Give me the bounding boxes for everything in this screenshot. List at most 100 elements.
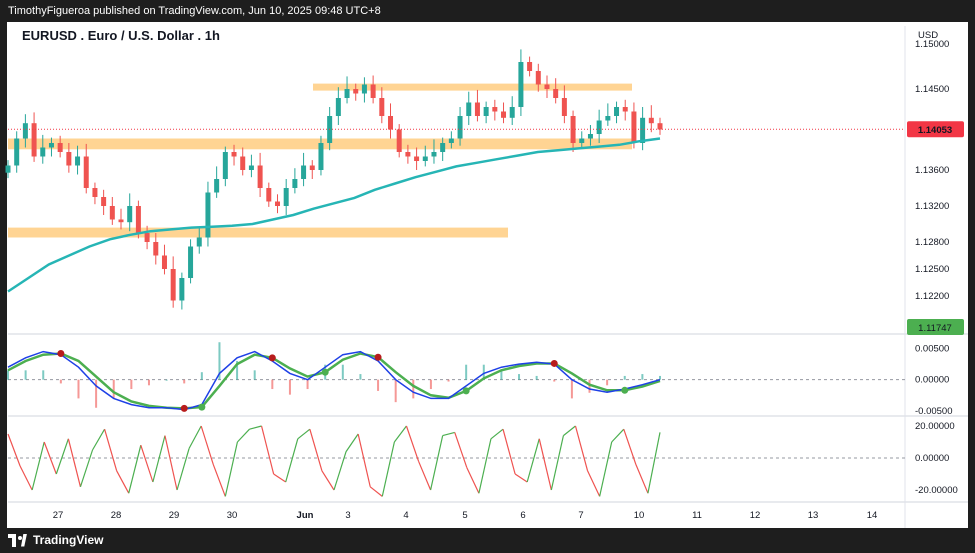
candle-body [344, 89, 350, 98]
chart-canvas[interactable]: USD1.150001.145001.141001.136001.132001.… [0, 0, 975, 553]
macd-histogram-bar [288, 379, 291, 395]
x-tick-label: 3 [345, 510, 350, 521]
x-tick-label: 6 [520, 510, 525, 521]
candle-body [535, 71, 541, 85]
price-tick-label: 1.12200 [915, 291, 949, 302]
oscillator-segment [176, 448, 190, 491]
macd-cross-dot [198, 403, 206, 411]
candle-body [361, 84, 367, 94]
macd-histogram-bar [183, 379, 186, 384]
oscillator-segment [550, 435, 564, 491]
candle-body [561, 98, 567, 116]
tradingview-logo-icon [8, 533, 28, 547]
candle-body [48, 143, 54, 148]
moving-average-line [7, 137, 661, 293]
candle-body [388, 116, 394, 130]
x-tick-label: 12 [750, 510, 761, 521]
candle-body [22, 123, 28, 139]
price-tick-label: 1.14500 [915, 84, 949, 95]
oscillator-segment [647, 432, 661, 494]
macd-histogram-bar [59, 379, 62, 384]
candle-body [640, 117, 646, 143]
candle-body [257, 165, 263, 188]
macd-cross-dot [621, 386, 629, 394]
candle-body [631, 111, 637, 143]
macd-histogram-bar [7, 370, 9, 380]
footer-bar: TradingView [0, 528, 975, 553]
oscillator-segment [104, 429, 118, 471]
macd-histogram-bar [359, 374, 362, 380]
candle-body [440, 143, 446, 152]
candle-body [353, 89, 359, 94]
oscillator-segment [611, 428, 625, 443]
candle-body [214, 179, 220, 193]
candle-body [448, 138, 454, 143]
candle-body [605, 116, 611, 121]
candle-body [40, 147, 46, 157]
candle-body [75, 156, 81, 166]
candle-body [301, 165, 307, 179]
macd-histogram-bar [394, 379, 397, 403]
x-tick-label: 29 [169, 510, 180, 521]
oscillator-segment [393, 425, 407, 443]
candle-body [196, 237, 202, 247]
candle-body [466, 102, 472, 116]
macd-histogram-bar [95, 379, 98, 408]
price-tick-label: 1.12500 [915, 264, 949, 275]
oscillator-segment [442, 431, 455, 437]
ma-price-label: 1.11747 [918, 323, 952, 334]
oscillator-segment [7, 433, 21, 467]
macd-tick-label: 0.00000 [915, 375, 949, 386]
oscillator-segment [116, 470, 130, 494]
x-tick-label: 28 [111, 510, 122, 521]
x-tick-label: 4 [403, 510, 408, 521]
macd-tick-label: -0.00500 [915, 406, 953, 417]
oscillator-segment [478, 438, 492, 494]
macd-cross-dot [268, 354, 276, 362]
price-tick-label: 1.13200 [915, 201, 949, 212]
candle-body [31, 123, 37, 157]
candle-body [596, 120, 602, 134]
oscillator-segment [587, 470, 601, 497]
oscillator-segment [236, 428, 250, 443]
candle-body [83, 156, 89, 188]
candle-body [518, 62, 524, 107]
x-tick-label: 27 [53, 510, 64, 521]
oscillator-segment [563, 425, 576, 437]
macd-histogram-bar [200, 372, 203, 380]
oscillator-segment [574, 425, 589, 471]
candle-body [292, 179, 298, 188]
candle-body [492, 107, 498, 112]
tradingview-logo[interactable]: TradingView [8, 533, 103, 547]
macd-histogram-bar [42, 370, 45, 380]
candle-body [657, 123, 663, 130]
price-tick-label: 1.13600 [915, 165, 949, 176]
oscillator-segment [309, 429, 323, 471]
oscillator-segment [514, 473, 528, 483]
x-tick-label: 5 [462, 510, 467, 521]
price-tick-label: 1.15000 [915, 39, 949, 50]
oscillator-segment [430, 435, 444, 491]
candle-body [109, 206, 115, 220]
oscillator-segment [188, 425, 202, 449]
oscillator-segment [140, 445, 154, 483]
macd-histogram-bar [112, 379, 115, 399]
oscillator-segment [333, 451, 347, 491]
price-tick-label: 1.12800 [915, 237, 949, 248]
candle-body [57, 143, 63, 152]
x-tick-label: 10 [634, 510, 645, 521]
oscillator-segment [200, 425, 214, 465]
candle-body [248, 165, 254, 170]
oscillator-segment [345, 433, 359, 452]
candle-body [266, 188, 272, 202]
macd-histogram-bar [623, 375, 626, 380]
candle-body [553, 89, 559, 98]
macd-histogram-bar [659, 375, 661, 380]
candle-body [274, 201, 280, 206]
candle-body [509, 107, 515, 118]
macd-histogram-bar [77, 379, 80, 399]
candle-body [544, 84, 550, 89]
candle-body [414, 156, 420, 161]
macd-histogram-bar [429, 379, 432, 390]
oscillator-segment [599, 441, 613, 497]
